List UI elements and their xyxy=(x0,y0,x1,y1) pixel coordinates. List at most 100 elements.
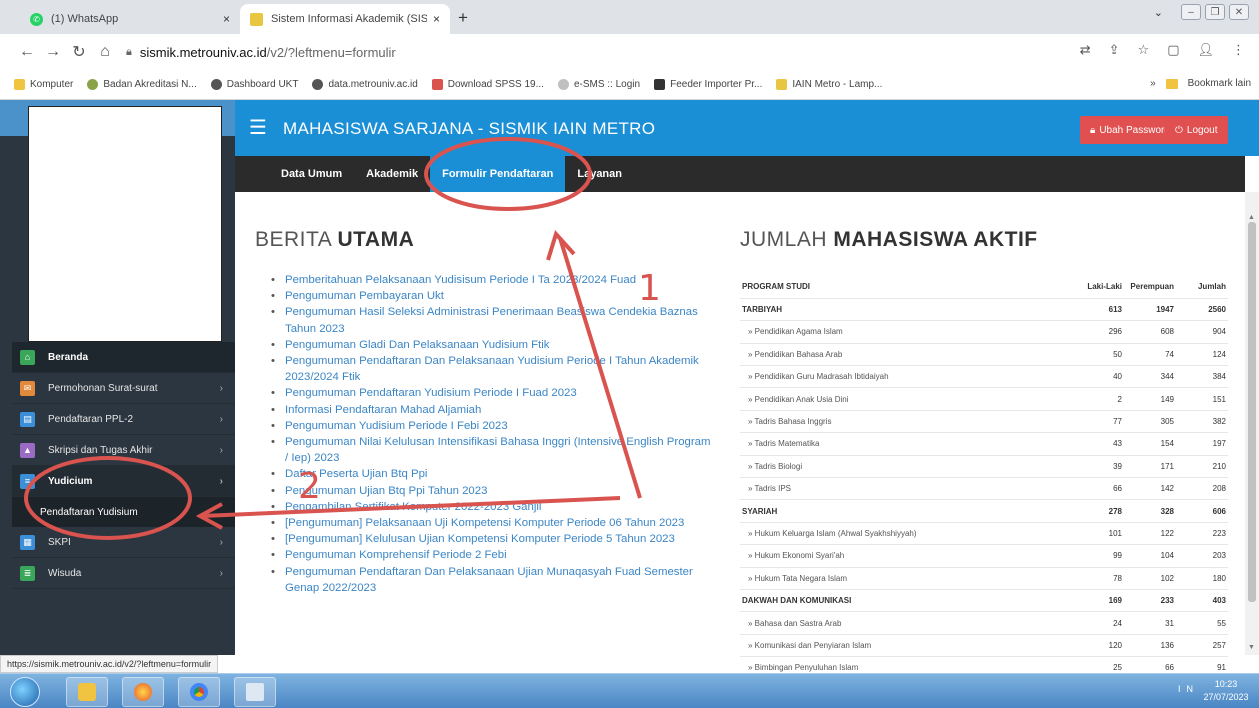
more-bookmarks-button[interactable]: » xyxy=(1150,78,1156,89)
table-row: SYARIAH 278 328 606 xyxy=(740,499,1228,523)
home-icon[interactable]: ⌂ xyxy=(92,43,118,61)
news-item[interactable]: Pengumuman Hasil Seleksi Administrasi Pe… xyxy=(271,304,711,336)
reload-icon[interactable]: ↻ xyxy=(66,42,92,62)
tab-whatsapp[interactable]: ✆ (1) WhatsApp × xyxy=(20,4,240,34)
news-item[interactable]: Pengumuman Pendaftaran Yudisium Periode … xyxy=(271,385,711,401)
tab-search-chevron-icon[interactable]: ⌄ xyxy=(1154,6,1163,19)
start-button[interactable] xyxy=(10,677,40,707)
hamburger-menu-icon[interactable]: ☰ xyxy=(249,118,267,138)
bookmark-star-icon[interactable]: ☆ xyxy=(1138,42,1150,58)
nav-formulir-pendaftaran[interactable]: Formulir Pendaftaran xyxy=(430,156,566,192)
sidebar-item-wisuda[interactable]: ≣ Wisuda › xyxy=(12,558,235,589)
news-item[interactable]: Pengumuman Nilai Kelulusan Intensifikasi… xyxy=(271,434,711,466)
cell-program[interactable]: » Pendidikan Guru Madrasah Ibtidaiyah xyxy=(740,365,1072,389)
taskbar-chrome[interactable] xyxy=(178,677,220,707)
cell-perempuan: 328 xyxy=(1124,499,1176,523)
back-arrow-icon[interactable]: ← xyxy=(14,43,40,61)
cell-jumlah: 208 xyxy=(1176,477,1228,501)
close-window-icon[interactable]: ✕ xyxy=(1229,4,1249,20)
nav-akademik[interactable]: Akademik xyxy=(354,156,430,192)
news-item[interactable]: Pengumuman Gladi Dan Pelaksanaan Yudisiu… xyxy=(271,337,711,353)
cell-program[interactable]: » Hukum Keluarga Islam (Ahwal Syakhshiyy… xyxy=(740,522,1072,546)
cell-program[interactable]: » Hukum Tata Negara Islam xyxy=(740,567,1072,590)
new-tab-button[interactable]: + xyxy=(458,8,468,28)
nav-data-umum[interactable]: Data Umum xyxy=(269,156,354,192)
bookmark-esms[interactable]: e-SMS :: Login xyxy=(557,79,641,90)
news-item[interactable]: Pengambilan Sertifikat Komputer 2022-202… xyxy=(271,499,711,515)
translate-icon[interactable]: ⇄ xyxy=(1080,42,1091,58)
news-item[interactable]: Pengumuman Pendaftaran Dan Pelaksanaan Y… xyxy=(271,353,711,385)
logout-label: Logout xyxy=(1186,124,1218,136)
sidebar-item-label: Beranda xyxy=(48,351,89,363)
system-tray[interactable]: IN xyxy=(1178,684,1199,694)
bookmark-feeder[interactable]: Feeder Importer Pr... xyxy=(654,79,762,90)
cell-jumlah: 151 xyxy=(1176,387,1228,411)
cell-program[interactable]: » Hukum Ekonomi Syari'ah xyxy=(740,544,1072,568)
heading-light: JUMLAH xyxy=(740,228,828,251)
news-item[interactable]: Daftar Peserta Ujian Btq Ppi xyxy=(271,466,711,482)
folder-icon xyxy=(78,683,96,701)
sidebar-item-permohonan-surat[interactable]: ✉ Permohonan Surat-surat › xyxy=(12,373,235,404)
cell-program[interactable]: » Tadris IPS xyxy=(740,477,1072,501)
news-item[interactable]: [Pengumuman] Kelulusan Ujian Kompetensi … xyxy=(271,531,711,547)
cell-program[interactable]: » Tadris Biologi xyxy=(740,455,1072,479)
news-item[interactable]: Pengumuman Komprehensif Periode 2 Febi xyxy=(271,547,711,563)
bookmark-spss[interactable]: Download SPSS 19... xyxy=(431,79,544,90)
scroll-down-icon[interactable]: ▼ xyxy=(1248,644,1255,651)
bookmark-ban[interactable]: Badan Akreditasi N... xyxy=(87,79,197,90)
sidebar-item-skpi[interactable]: ▦ SKPI › xyxy=(12,527,235,558)
logout-button[interactable]: ⏻ Logout xyxy=(1165,116,1228,144)
minimize-window-icon[interactable]: – xyxy=(1181,4,1201,20)
cell-laki: 40 xyxy=(1072,365,1124,389)
close-tab-icon[interactable]: × xyxy=(223,12,230,26)
cell-program[interactable]: » Pendidikan Anak Usia Dini xyxy=(740,387,1072,411)
taskbar-firefox[interactable] xyxy=(122,677,164,707)
close-tab-icon[interactable]: × xyxy=(433,12,440,26)
cell-jumlah: 403 xyxy=(1176,589,1228,613)
url-field[interactable]: 🔒︎ sismik.metrouniv.ac.id /v2/?leftmenu=… xyxy=(126,38,1156,66)
sidebar-item-beranda[interactable]: ⌂ Beranda xyxy=(12,342,235,373)
cell-program[interactable]: » Komunikasi dan Penyiaran Islam xyxy=(740,634,1072,658)
taskbar-clock[interactable]: 10:23 27/07/2023 xyxy=(1201,678,1251,704)
cell-program: SYARIAH xyxy=(740,499,1072,523)
bookmark-iain-metro[interactable]: IAIN Metro - Lamp... xyxy=(776,79,882,90)
tab-sismik[interactable]: Sistem Informasi Akademik (SIS × xyxy=(240,4,450,34)
cell-program[interactable]: » Pendidikan Agama Islam xyxy=(740,320,1072,344)
bookmark-label: e-SMS :: Login xyxy=(573,79,641,90)
menu-kebab-icon[interactable]: ⋮ xyxy=(1232,42,1245,58)
taskbar-explorer[interactable] xyxy=(66,677,108,707)
news-item[interactable]: [Pengumuman] Pelaksanaan Uji Kompetensi … xyxy=(271,515,711,531)
forward-arrow-icon[interactable]: → xyxy=(40,43,66,61)
bookmark-data-metrouniv[interactable]: data.metrouniv.ac.id xyxy=(312,79,418,90)
cell-program[interactable]: » Bahasa dan Sastra Arab xyxy=(740,611,1072,635)
cell-perempuan: 104 xyxy=(1124,544,1176,568)
profile-icon[interactable]: 👤︎ xyxy=(1197,42,1214,58)
cell-program[interactable]: » Pendidikan Bahasa Arab xyxy=(740,343,1072,367)
bookmark-label: IAIN Metro - Lamp... xyxy=(792,79,883,90)
sidebar-subitem-pendaftaran-yudisium[interactable]: Pendaftaran Yudisium xyxy=(12,497,235,527)
news-item[interactable]: Informasi Pendaftaran Mahad Aljamiah xyxy=(271,402,711,418)
sidebar-item-skripsi[interactable]: ▲ Skripsi dan Tugas Akhir › xyxy=(12,435,235,466)
scrollbar-thumb[interactable] xyxy=(1248,222,1256,602)
sidepanel-icon[interactable]: ▢ xyxy=(1167,42,1179,58)
cell-program[interactable]: » Tadris Bahasa Inggris xyxy=(740,410,1072,434)
news-item[interactable]: Pengumuman Yudisium Periode I Febi 2023 xyxy=(271,418,711,434)
news-item[interactable]: Pengumuman Ujian Btq Ppi Tahun 2023 xyxy=(271,483,711,499)
bookmark-komputer[interactable]: Komputer xyxy=(14,79,73,90)
sidebar-item-ppl2[interactable]: ▤ Pendaftaran PPL-2 › xyxy=(12,404,235,435)
bookmarks-bar: Komputer Badan Akreditasi N... Dashboard… xyxy=(0,70,1259,100)
sidebar-item-yudicium[interactable]: ≡ Yudicium › xyxy=(12,466,235,497)
cell-jumlah: 223 xyxy=(1176,522,1228,546)
sidebar-subitem-label: Pendaftaran Yudisium xyxy=(40,506,138,518)
share-icon[interactable]: ⇪ xyxy=(1109,42,1120,58)
cell-program[interactable]: » Tadris Matematika xyxy=(740,432,1072,456)
other-bookmarks-button[interactable]: Bookmark lain xyxy=(1188,78,1251,89)
col-perempuan: Perempuan xyxy=(1124,276,1176,299)
scroll-up-icon[interactable]: ▲ xyxy=(1248,214,1255,221)
taskbar-app[interactable] xyxy=(234,677,276,707)
nav-layanan[interactable]: Layanan xyxy=(565,156,634,192)
news-item[interactable]: Pengumuman Pendaftaran Dan Pelaksanaan U… xyxy=(271,564,711,596)
bookmark-dashboard-ukt[interactable]: Dashboard UKT xyxy=(210,79,298,90)
page-scrollbar[interactable]: ▲ ▼ xyxy=(1245,192,1259,655)
maximize-window-icon[interactable]: ❐ xyxy=(1205,4,1225,20)
